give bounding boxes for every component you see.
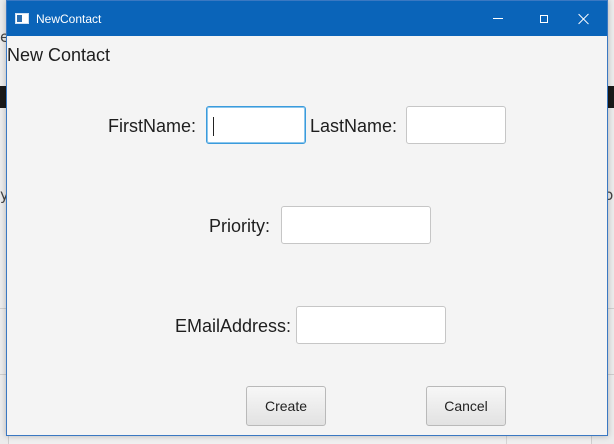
last-name-label: LastName: xyxy=(310,116,398,136)
close-icon xyxy=(578,13,590,25)
create-button[interactable]: Create xyxy=(246,386,326,426)
background-divider xyxy=(506,436,507,444)
priority-label: Priority: xyxy=(209,216,271,236)
last-name-input[interactable] xyxy=(406,106,506,144)
window-title: NewContact xyxy=(36,12,102,26)
priority-input[interactable] xyxy=(281,206,431,244)
first-name-label: FirstName: xyxy=(108,116,197,136)
dialog-heading: New Contact xyxy=(7,45,111,65)
maximize-icon xyxy=(540,14,548,23)
cancel-button[interactable]: Cancel xyxy=(426,386,506,426)
email-address-input[interactable] xyxy=(296,306,446,344)
app-window-icon xyxy=(15,13,29,24)
minimize-button[interactable] xyxy=(475,1,521,36)
minimize-icon xyxy=(493,18,503,19)
title-bar[interactable]: NewContact xyxy=(7,1,607,36)
text-caret xyxy=(213,117,214,136)
dialog-content: New Contact FirstName: LastName: Priorit… xyxy=(7,36,607,437)
close-button[interactable] xyxy=(561,1,607,36)
first-name-input[interactable] xyxy=(206,106,306,144)
new-contact-dialog: NewContact New Contact FirstName: LastNa… xyxy=(6,0,608,436)
email-address-label: EMailAddress: xyxy=(175,316,292,336)
